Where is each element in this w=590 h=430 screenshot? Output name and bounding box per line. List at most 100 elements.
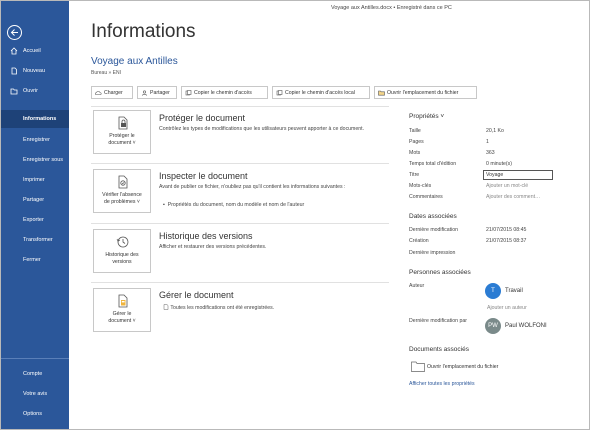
prop-label-title: Titre — [409, 172, 420, 178]
inspect-bullet: ▪ Propriétés du document, nom du modèle … — [163, 202, 305, 208]
versions-section-title: Historique des versions — [159, 231, 253, 241]
prop-value-words: 363 — [486, 150, 495, 156]
prop-label-size: Taille — [409, 128, 421, 134]
document-name: Voyage aux Antilles — [91, 56, 178, 67]
author-label: Auteur — [409, 283, 425, 289]
prop-value-size: 20,1 Ko — [486, 128, 504, 134]
dates-section-title: Dates associées — [409, 213, 457, 220]
protect-document-button[interactable]: Protéger le document ˅ — [93, 110, 151, 154]
copy-icon — [185, 90, 192, 96]
sidebar-item-transformer[interactable]: Transformer — [1, 231, 69, 249]
prop-label-comments: Commentaires — [409, 194, 443, 200]
version-history-button[interactable]: Historique des versions — [93, 229, 151, 273]
sidebar-item-informations[interactable]: Informations — [1, 110, 69, 128]
card-label: Gérer le document ˅ — [108, 311, 136, 324]
manage-document-icon — [118, 294, 128, 308]
versions-section-description: Afficher et restaurer des versions précé… — [159, 244, 267, 250]
date-label-modified: Dernière modification — [409, 227, 459, 233]
inspect-section-title: Inspecter le document — [159, 171, 248, 181]
sidebar-item-label: Options — [23, 411, 42, 417]
home-icon — [10, 47, 18, 55]
date-value-created: 21/07/2015 08:37 — [486, 238, 527, 244]
document-icon — [163, 304, 169, 310]
show-all-properties-link[interactable]: Afficher toutes les propriétés — [409, 381, 475, 387]
sidebar-item-votre-avis[interactable]: Votre avis — [1, 385, 69, 403]
sidebar-item-label: Accueil — [23, 48, 41, 54]
date-value-modified: 21/07/2015 08:45 — [486, 227, 527, 233]
page-title: Informations — [91, 21, 196, 42]
sidebar-item-accueil[interactable]: Accueil — [1, 42, 69, 60]
related-documents-title: Documents associés — [409, 346, 469, 353]
sidebar-item-label: Exporter — [23, 217, 44, 223]
check-for-issues-button[interactable]: Vérifier l'absence de problèmes ˅ — [93, 169, 151, 213]
section-divider — [91, 282, 389, 283]
sidebar-item-compte[interactable]: Compte — [1, 365, 69, 383]
prop-label-edit-time: Temps total d'édition — [409, 161, 457, 167]
new-document-icon — [11, 67, 17, 75]
folder-open-icon — [10, 88, 18, 95]
sidebar-item-ouvrir[interactable]: Ouvrir — [1, 82, 69, 100]
share-icon — [141, 90, 148, 96]
window-title: Voyage aux Antilles.docx • Enregistré da… — [331, 5, 452, 11]
author-name[interactable]: Travail — [505, 288, 523, 294]
section-divider — [91, 223, 389, 224]
sidebar-item-enregistrer[interactable]: Enregistrer — [1, 131, 69, 149]
history-clock-icon — [116, 236, 129, 248]
sidebar-item-enregistrer-sous[interactable]: Enregistrer sous — [1, 151, 69, 169]
modified-by-label: Dernière modification par — [409, 318, 467, 324]
protect-section-title: Protéger le document — [159, 113, 246, 123]
protect-section-description: Contrôlez les types de modifications que… — [159, 126, 365, 132]
inspect-section-description: Avant de publier ce fichier, n'oubliez p… — [159, 184, 346, 190]
properties-dropdown[interactable]: Propriétés ˅ — [409, 113, 444, 120]
sidebar-item-label: Partager — [23, 197, 45, 203]
back-arrow-icon[interactable] — [7, 25, 22, 40]
manage-document-button[interactable]: Gérer le document ˅ — [93, 288, 151, 332]
sidebar-item-label: Fermer — [23, 257, 41, 263]
charger-button[interactable]: Charger — [91, 86, 133, 99]
folder-icon — [411, 361, 425, 372]
copy-local-path-button[interactable]: Copier le chemin d'accès local — [272, 86, 370, 99]
sidebar-divider — [1, 358, 69, 359]
inspect-document-icon — [118, 175, 128, 189]
sidebar-item-exporter[interactable]: Exporter — [1, 211, 69, 229]
open-file-location-link[interactable]: Ouvrir l'emplacement du fichier — [427, 364, 498, 370]
modified-by-name[interactable]: Paul WOLFONI — [505, 323, 547, 329]
copy-icon — [276, 90, 283, 96]
copy-path-button[interactable]: Copier le chemin d'accès — [181, 86, 268, 99]
sidebar-item-label: Imprimer — [23, 177, 45, 183]
sidebar-item-options[interactable]: Options — [1, 405, 69, 423]
prop-label-keywords: Mots-clés — [409, 183, 432, 189]
modified-by-avatar: PW — [485, 318, 501, 334]
sidebar-item-label: Compte — [23, 371, 43, 377]
sidebar-item-label: Transformer — [23, 237, 53, 243]
title-field[interactable]: Voyage — [483, 170, 553, 180]
lock-document-icon — [118, 116, 128, 130]
card-label: Protéger le document ˅ — [108, 133, 136, 146]
sidebar-item-fermer[interactable]: Fermer — [1, 251, 69, 269]
manage-section-title: Gérer le document — [159, 290, 234, 300]
people-section-title: Personnes associées — [409, 269, 471, 276]
date-label-created: Création — [409, 238, 429, 244]
open-file-location-button[interactable]: Ouvrir l'emplacement du fichier — [374, 86, 477, 99]
add-author-link[interactable]: Ajouter un auteur — [487, 305, 527, 311]
prop-label-words: Mots — [409, 150, 421, 156]
keywords-field[interactable]: Ajouter un mot-clé — [486, 183, 528, 189]
prop-label-pages: Pages — [409, 139, 424, 145]
sidebar-item-label: Enregistrer — [23, 137, 50, 143]
author-avatar: T — [485, 283, 501, 299]
prop-value-edit-time: 0 minute(s) — [486, 161, 512, 167]
word-backstage-window: Accueil Nouveau Ouvrir Informations Enre… — [0, 0, 590, 430]
date-label-printed: Dernière impression — [409, 250, 456, 256]
sidebar-item-imprimer[interactable]: Imprimer — [1, 171, 69, 189]
partager-button[interactable]: Partager — [137, 86, 177, 99]
upload-icon — [95, 91, 102, 95]
card-label: Historique des versions — [105, 252, 139, 265]
sidebar-item-partager[interactable]: Partager — [1, 191, 69, 209]
sidebar-item-label: Informations — [23, 116, 57, 122]
prop-value-pages: 1 — [486, 139, 489, 145]
section-divider — [91, 163, 389, 164]
sidebar-item-nouveau[interactable]: Nouveau — [1, 62, 69, 80]
comments-field[interactable]: Ajouter des comment… — [486, 194, 540, 200]
folder-icon — [378, 90, 385, 96]
section-divider — [91, 106, 389, 107]
